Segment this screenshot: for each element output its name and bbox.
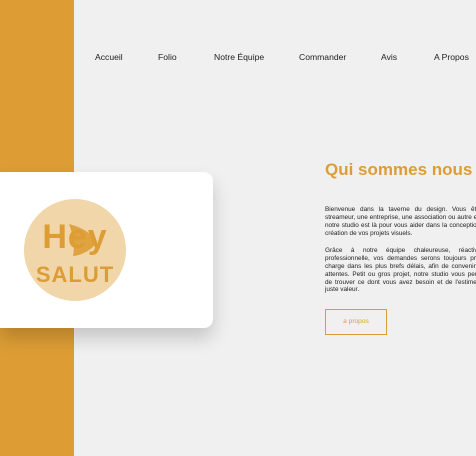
page: Accueil Folio Notre Équipe Commander Avi…	[0, 0, 476, 456]
logo-text-top: Hey	[42, 218, 107, 256]
nav-item-a-propos[interactable]: A Propos	[434, 52, 469, 62]
nav-item-folio[interactable]: Folio	[158, 52, 177, 62]
hey-salut-logo: Hey SALUT	[24, 199, 126, 301]
nav-item-avis[interactable]: Avis	[381, 52, 397, 62]
about-paragraph-2: Grâce à notre équipe chaleureuse, réacti…	[325, 247, 476, 294]
main-navigation: Accueil Folio Notre Équipe Commander Avi…	[0, 52, 476, 66]
nav-item-notre-equipe[interactable]: Notre Équipe	[214, 52, 264, 62]
logo-text-bottom: SALUT	[36, 262, 114, 287]
nav-item-commander[interactable]: Commander	[299, 52, 346, 62]
nav-item-accueil[interactable]: Accueil	[95, 52, 123, 62]
about-paragraph-1: Bienvenue dans la taverne du design. Vou…	[325, 206, 476, 237]
a-propos-button[interactable]: a propos	[325, 309, 387, 335]
logo-card: Hey SALUT	[0, 172, 213, 328]
about-title: Qui sommes nous	[325, 160, 473, 179]
